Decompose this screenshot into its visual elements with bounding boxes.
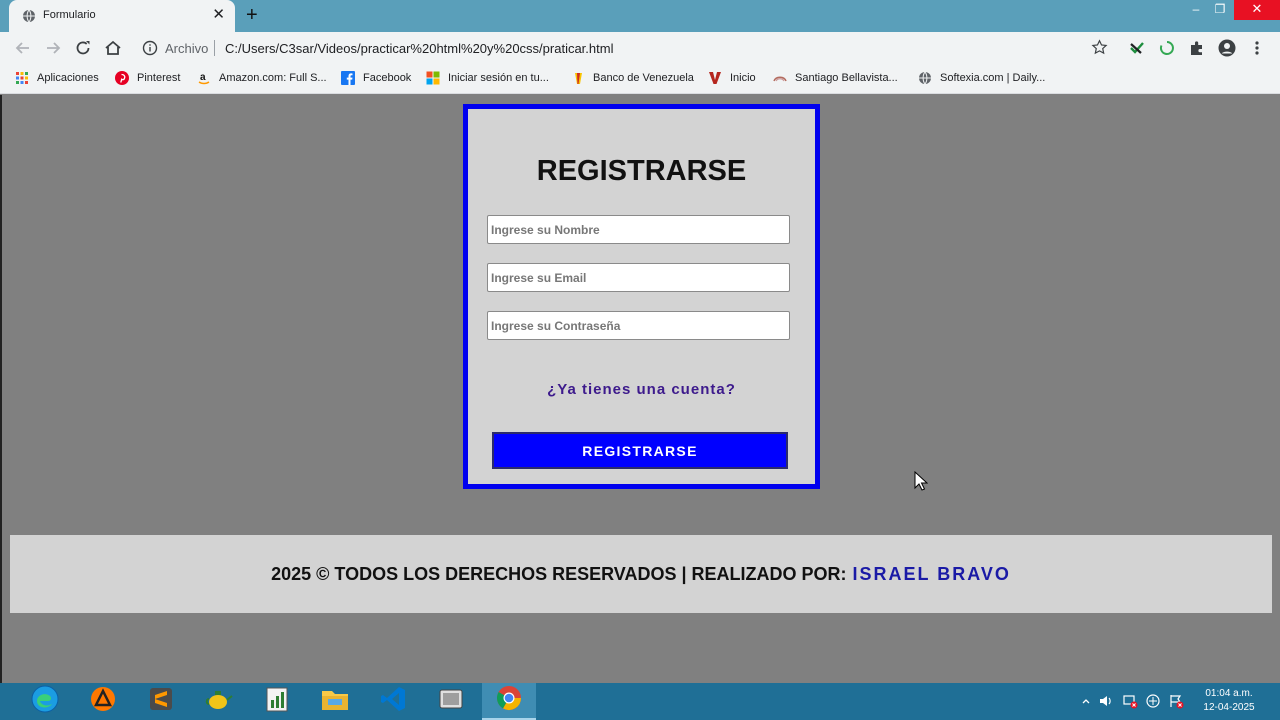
taskbar-chrome[interactable] [482,683,536,720]
microsoft-icon [426,71,440,85]
notepad-chart-icon [264,685,290,718]
taskbar-sublime-text[interactable] [134,683,188,720]
sublime-text-icon [148,686,174,717]
register-form-card: REGISTRARSE ¿Ya tienes una cuenta? REGIS… [463,104,820,489]
taskbar-vscode[interactable] [366,683,420,720]
facebook-icon [341,71,355,85]
avast-icon [89,685,117,718]
bookmark-softexia[interactable]: Softexia.com | Daily... [918,64,1045,92]
bookmarks-bar: Aplicaciones Pinterest a Amazon.com: Ful… [0,64,1280,94]
taskbar-teapot-app[interactable] [192,683,246,720]
volume-icon[interactable] [1098,693,1114,709]
mouse-cursor-icon [914,470,929,496]
tab-title: Formulario [43,9,96,21]
url-text[interactable]: C:/Users/C3sar/Videos/practicar%20html%2… [225,41,613,56]
bank-icon [571,71,585,85]
media-app-icon [437,686,465,717]
bookmark-santiago-bellavista[interactable]: Santiago Bellavista... [773,64,898,92]
taskbar-notepad-chart[interactable] [250,683,304,720]
taskbar-avast[interactable] [76,683,130,720]
password-input[interactable] [487,311,790,340]
bookmark-label: Banco de Venezuela [593,72,694,84]
browser-tab-formulario[interactable]: Formulario ✕ [9,0,235,32]
name-input[interactable] [487,215,790,244]
clock-date: 12-04-2025 [1203,702,1255,713]
clock-time: 01:04 a.m. [1205,688,1253,699]
taskbar-file-explorer[interactable] [308,683,362,720]
page-footer: 2025 © TODOS LOS DERECHOS RESERVADOS | R… [10,535,1272,613]
network-disconnected-icon[interactable] [1122,693,1138,709]
tab-close-icon[interactable]: ✕ [212,7,225,22]
bookmark-label: Inicio [730,72,756,84]
bookmark-inicio[interactable]: Inicio [708,64,756,92]
browser-title-bar: Formulario ✕ + – ❐ ✕ [0,0,1280,32]
bookmark-amazon[interactable]: a Amazon.com: Full S... [197,64,327,92]
tab-globe-icon [22,9,36,28]
footer-author-name: ISRAEL BRAVO [852,563,1011,584]
reload-icon[interactable] [73,38,93,58]
site-info-icon[interactable] [142,40,158,61]
vscode-icon [379,685,407,718]
footer-copyright-text: 2025 © TODOS LOS DERECHOS RESERVADOS | R… [271,563,847,584]
globe-icon [918,71,932,85]
browser-menu-icon[interactable] [1248,39,1266,57]
bookmark-star-icon[interactable] [1091,39,1108,61]
taskbar-edge[interactable] [18,683,72,720]
profile-avatar-icon[interactable] [1218,39,1236,57]
email-input[interactable] [487,263,790,292]
address-bar[interactable]: Archivo C:/Users/C3sar/Videos/practicar%… [134,35,1119,61]
register-button[interactable]: REGISTRARSE [492,432,788,469]
url-separator [214,40,215,56]
url-scheme-label: Archivo [165,41,209,56]
bookmark-label: Iniciar sesión en tu... [448,72,549,84]
form-title: REGISTRARSE [536,155,747,187]
extension-loading-icon[interactable] [1158,39,1176,57]
page-viewport: REGISTRARSE ¿Ya tienes una cuenta? REGIS… [0,95,1280,683]
bookmark-iniciar-sesion[interactable]: Iniciar sesión en tu... [426,64,549,92]
apps-grid-icon [15,71,29,85]
v-logo-icon [708,71,722,85]
close-window-button[interactable]: ✕ [1234,0,1280,20]
chrome-icon [495,684,523,717]
edge-icon [30,684,60,719]
bookmark-facebook[interactable]: Facebook [341,64,411,92]
bookmark-label: Amazon.com: Full S... [219,72,327,84]
pinterest-icon [115,71,129,85]
home-icon[interactable] [103,38,123,58]
browser-toolbar: Archivo C:/Users/C3sar/Videos/practicar%… [0,32,1280,64]
restore-window-button[interactable]: ❐ [1204,0,1236,20]
extensions-puzzle-icon[interactable] [1188,39,1206,57]
bookmark-label: Santiago Bellavista... [795,72,898,84]
svg-text:a: a [200,72,206,83]
bookmark-label: Pinterest [137,72,181,84]
bookmark-label: Aplicaciones [37,72,99,84]
login-link[interactable]: ¿Ya tienes una cuenta? [468,381,815,398]
teapot-app-icon [204,685,234,718]
notifications-flag-icon[interactable] [1168,693,1184,709]
tray-overflow-chevron-icon[interactable] [1078,693,1094,709]
bookmark-pinterest[interactable]: Pinterest [115,64,180,92]
site-icon [773,71,787,85]
back-arrow-icon[interactable] [13,38,33,58]
bookmark-label: Facebook [363,72,412,84]
new-tab-button[interactable]: + [246,5,258,25]
windows-taskbar: 01:04 a.m. 12-04-2025 [0,683,1280,720]
taskbar-media-app[interactable] [424,683,478,720]
bookmark-label: Softexia.com | Daily... [940,72,1046,84]
antivirus-tray-icon[interactable] [1145,693,1161,709]
extension-check-icon[interactable] [1128,39,1146,57]
taskbar-clock[interactable]: 01:04 a.m. 12-04-2025 [1190,687,1268,715]
amazon-icon: a [197,71,211,85]
file-explorer-icon [320,686,350,717]
bookmark-banco-de-venezuela[interactable]: Banco de Venezuela [571,64,694,92]
forward-arrow-icon[interactable] [43,38,63,58]
bookmark-aplicaciones[interactable]: Aplicaciones [15,64,99,92]
